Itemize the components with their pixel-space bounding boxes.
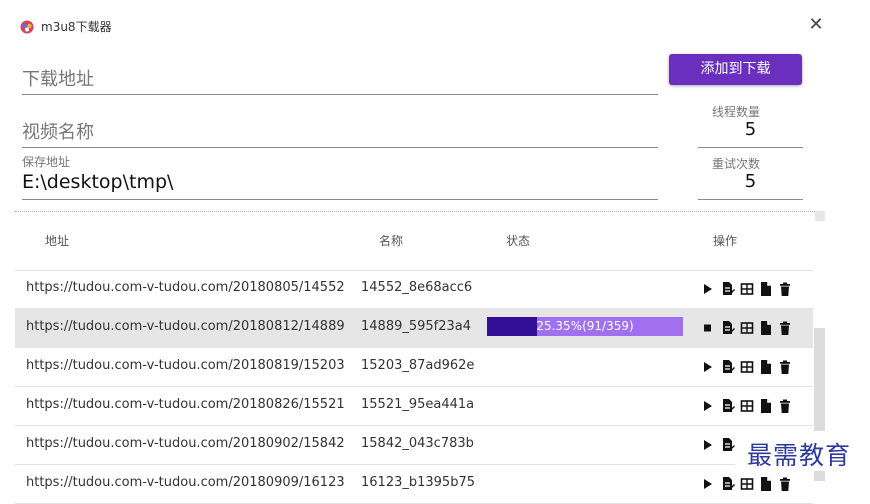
row-url: https://tudou.com-v-tudou.com/20180909/1…: [26, 475, 345, 490]
column-header-status[interactable]: 状态: [506, 232, 530, 249]
title-bar: m3u8下载器 ✕: [0, 0, 870, 52]
thread-count-value: 5: [744, 119, 757, 140]
play-icon[interactable]: [701, 281, 715, 297]
file-icon[interactable]: [759, 476, 773, 492]
row-url: https://tudou.com-v-tudou.com/20180826/1…: [26, 397, 345, 412]
video-file-icon[interactable]: [740, 359, 754, 375]
trash-icon[interactable]: [778, 281, 792, 297]
column-header-actions[interactable]: 操作: [713, 232, 737, 249]
thread-count-underline: [698, 147, 803, 148]
table-row[interactable]: https://tudou.com-v-tudou.com/20180819/1…: [15, 348, 813, 387]
save-path-label: 保存地址: [22, 155, 71, 169]
row-url: https://tudou.com-v-tudou.com/20180819/1…: [26, 358, 345, 373]
file-icon[interactable]: [759, 281, 773, 297]
download-url-field[interactable]: 下载地址: [22, 60, 658, 95]
app-title: m3u8下载器: [41, 20, 112, 34]
edit-file-icon[interactable]: [721, 398, 735, 414]
column-header-name[interactable]: 名称: [379, 232, 403, 249]
video-file-icon[interactable]: [740, 398, 754, 414]
trash-icon[interactable]: [778, 476, 792, 492]
table-row[interactable]: https://tudou.com-v-tudou.com/20180902/1…: [15, 426, 813, 465]
file-icon[interactable]: [759, 320, 773, 336]
app-icon: [20, 20, 34, 34]
play-icon[interactable]: [701, 476, 715, 492]
row-name: 14889_595f23a4: [361, 319, 472, 334]
edit-file-icon[interactable]: [721, 320, 735, 336]
thread-count-label: 线程数量: [712, 105, 761, 119]
stop-icon[interactable]: [701, 320, 715, 336]
row-url: https://tudou.com-v-tudou.com/20180902/1…: [26, 436, 345, 451]
row-name: 15521_95ea441a: [361, 397, 475, 412]
play-icon[interactable]: [701, 398, 715, 414]
retry-count-label: 重试次数: [712, 157, 761, 171]
download-progress-bar: 25.35%(91/359): [487, 317, 683, 336]
file-icon[interactable]: [759, 359, 773, 375]
add-to-download-button[interactable]: 添加到下载: [669, 54, 802, 85]
thread-count-field[interactable]: 线程数量 5: [698, 100, 803, 148]
row-name: 14552_8e68acc6: [361, 280, 473, 295]
edit-file-icon[interactable]: [721, 437, 735, 453]
table-row[interactable]: https://tudou.com-v-tudou.com/20180805/1…: [15, 270, 813, 309]
progress-text: 25.35%(91/359): [536, 319, 634, 333]
download-url-underline: [22, 94, 658, 95]
file-icon[interactable]: [759, 398, 773, 414]
edit-file-icon[interactable]: [721, 281, 735, 297]
section-divider: [15, 211, 815, 212]
play-icon[interactable]: [701, 359, 715, 375]
row-url: https://tudou.com-v-tudou.com/20180805/1…: [26, 280, 345, 295]
download-url-placeholder: 下载地址: [22, 69, 94, 90]
save-path-field[interactable]: 保存地址 E:\desktop\tmp\: [22, 153, 658, 200]
close-button[interactable]: ✕: [803, 12, 829, 38]
retry-count-underline: [698, 199, 803, 200]
trash-icon[interactable]: [778, 359, 792, 375]
retry-count-value: 5: [744, 171, 757, 192]
save-path-underline: [22, 199, 658, 200]
table-row[interactable]: https://tudou.com-v-tudou.com/20180909/1…: [15, 465, 813, 504]
trash-icon[interactable]: [778, 398, 792, 414]
watermark-text: 最需教育: [747, 441, 852, 470]
video-file-icon[interactable]: [740, 281, 754, 297]
trash-icon[interactable]: [778, 320, 792, 336]
video-name-underline: [22, 147, 658, 148]
column-header-url[interactable]: 地址: [45, 232, 69, 249]
watermark: 最需教育: [735, 431, 870, 471]
video-file-icon[interactable]: [740, 476, 754, 492]
row-name: 15203_87ad962e: [361, 358, 475, 373]
table-row[interactable]: https://tudou.com-v-tudou.com/20180812/1…: [15, 309, 813, 348]
video-file-icon[interactable]: [740, 320, 754, 336]
play-icon[interactable]: [701, 437, 715, 453]
row-name: 16123_b1395b75: [361, 475, 475, 490]
video-name-field[interactable]: 视频名称: [22, 112, 658, 148]
row-name: 15842_043c783b: [361, 436, 474, 451]
video-name-placeholder: 视频名称: [22, 122, 94, 143]
table-row[interactable]: https://tudou.com-v-tudou.com/20180826/1…: [15, 387, 813, 426]
edit-file-icon[interactable]: [721, 476, 735, 492]
scroll-up-area[interactable]: [815, 211, 825, 221]
save-path-value: E:\desktop\tmp\: [22, 171, 174, 193]
edit-file-icon[interactable]: [721, 359, 735, 375]
retry-count-field[interactable]: 重试次数 5: [698, 153, 803, 200]
row-url: https://tudou.com-v-tudou.com/20180812/1…: [26, 319, 345, 334]
